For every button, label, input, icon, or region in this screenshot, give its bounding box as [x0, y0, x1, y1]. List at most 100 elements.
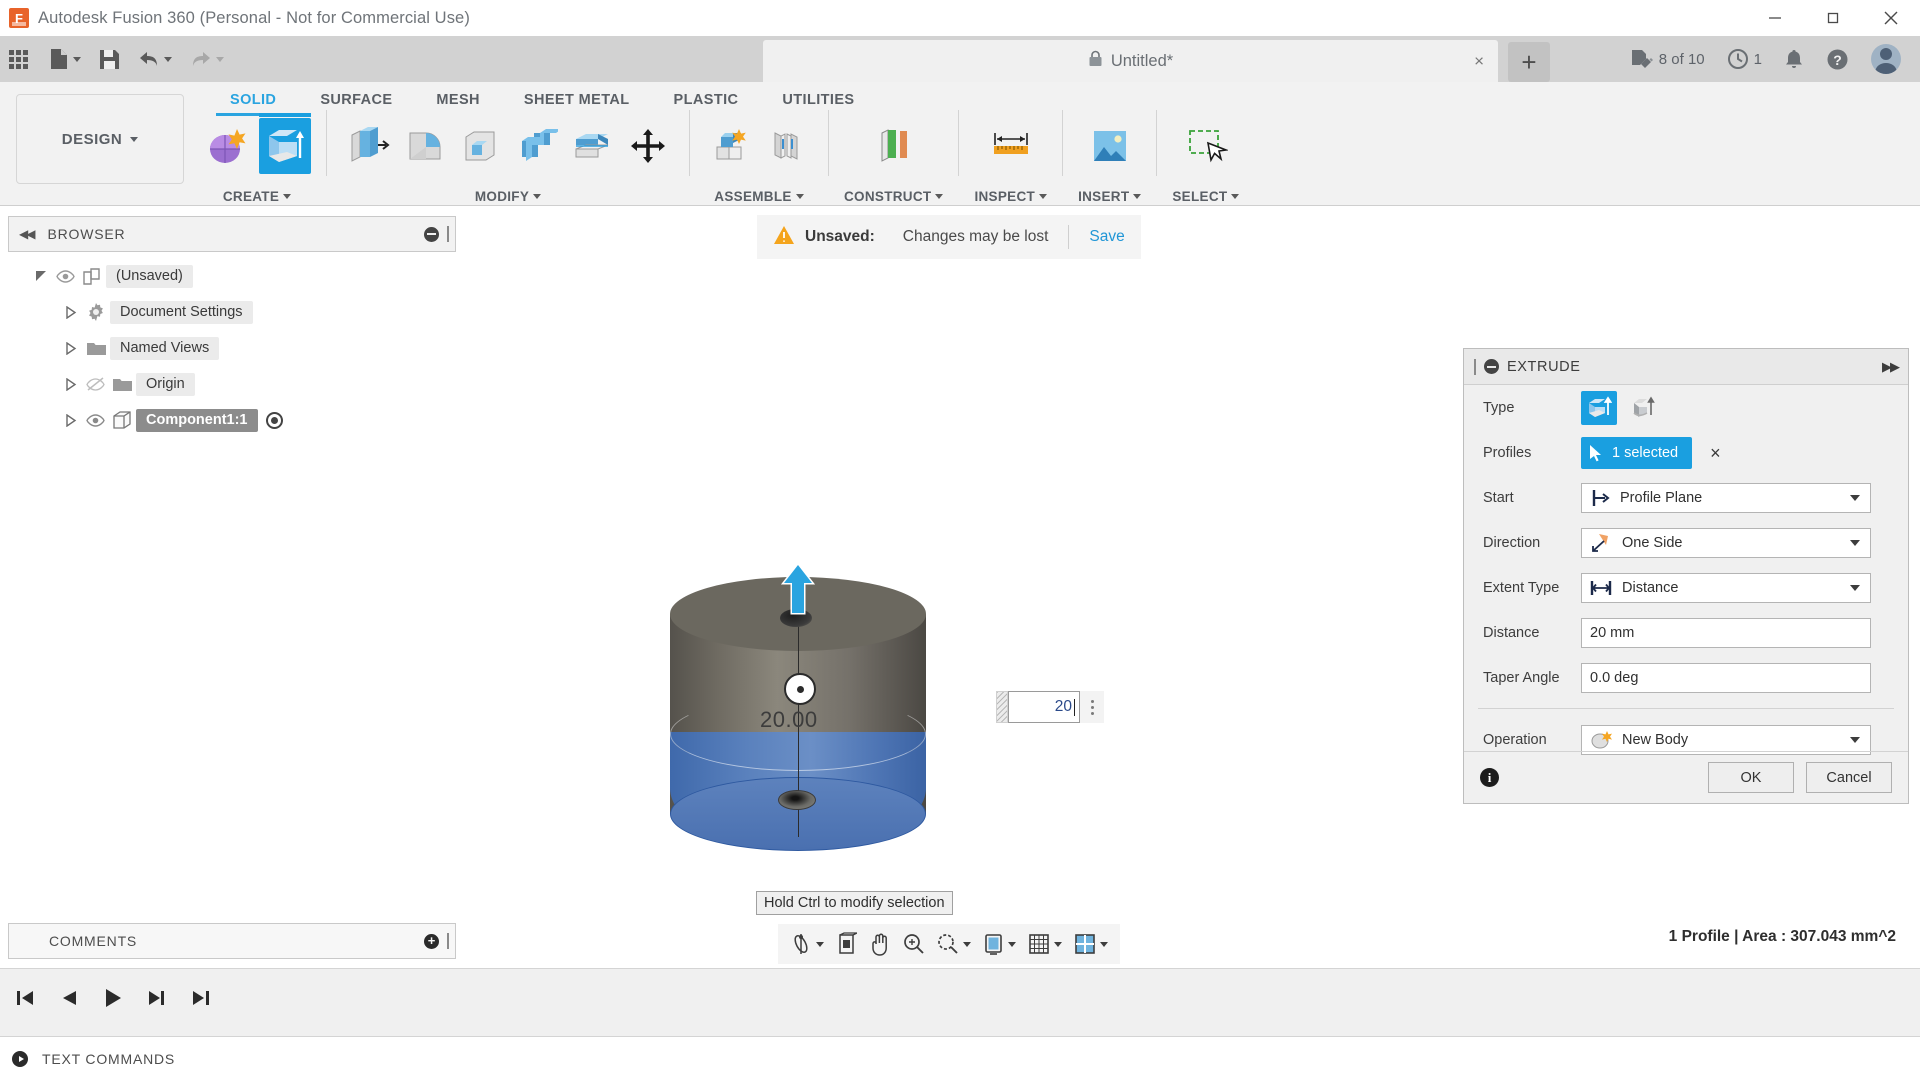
chevron-down-icon[interactable]	[1231, 194, 1240, 199]
chevron-down-icon[interactable]	[1008, 941, 1016, 947]
step-back-icon[interactable]	[54, 983, 84, 1013]
expand-arrow-icon[interactable]	[60, 305, 82, 319]
document-tab-close-icon[interactable]: ×	[1474, 53, 1484, 70]
user-account-button[interactable]	[1860, 44, 1912, 74]
app-grid-icon[interactable]	[0, 36, 37, 82]
panel-grip[interactable]	[447, 226, 449, 242]
chevron-down-icon[interactable]	[935, 194, 944, 199]
chevron-down-icon[interactable]	[816, 941, 824, 947]
assemble-joint-button[interactable]	[761, 118, 813, 174]
expand-arrow-icon[interactable]	[60, 341, 82, 355]
extrude-extent-type-dropdown[interactable]: Distance	[1581, 572, 1871, 603]
panel-grip[interactable]	[447, 933, 449, 949]
minimize-icon[interactable]	[1746, 0, 1804, 36]
visibility-eye-icon[interactable]	[52, 269, 78, 283]
save-link[interactable]: Save	[1089, 228, 1124, 246]
dimension-input[interactable]: 20	[1008, 691, 1080, 723]
go-to-end-icon[interactable]	[186, 983, 216, 1013]
dialog-grip[interactable]	[1474, 358, 1476, 375]
visibility-eye-icon[interactable]	[82, 413, 108, 427]
chevron-down-icon[interactable]	[1054, 941, 1062, 947]
dimension-drag-grip[interactable]	[996, 691, 1008, 723]
extrude-type-tapered-button[interactable]	[1625, 391, 1661, 425]
help-button[interactable]: ?	[1815, 48, 1860, 71]
modify-shell-button[interactable]	[454, 118, 506, 174]
modify-press-pull-button[interactable]	[342, 118, 394, 174]
tree-node-document-settings[interactable]: Document Settings	[8, 294, 456, 330]
dimension-options-icon[interactable]	[1080, 691, 1104, 723]
activate-component-radio[interactable]	[265, 411, 283, 429]
dimension-input-group[interactable]: 20	[996, 690, 1104, 724]
double-arrow-right-icon[interactable]: ▶▶	[1882, 359, 1900, 375]
chevron-down-icon[interactable]	[963, 941, 971, 947]
extrude-profiles-selection[interactable]: 1 selected	[1581, 436, 1693, 469]
redo-icon[interactable]	[181, 36, 233, 82]
extrude-type-solid-button[interactable]	[1581, 390, 1617, 425]
orbit-icon[interactable]	[784, 924, 830, 964]
save-icon[interactable]	[90, 36, 129, 82]
chevron-down-icon[interactable]	[533, 194, 542, 199]
modify-move-copy-button[interactable]	[622, 118, 674, 174]
tree-node-named-views[interactable]: Named Views	[8, 330, 456, 366]
display-settings-icon[interactable]	[977, 924, 1022, 964]
new-file-icon[interactable]	[40, 36, 90, 82]
inspect-measure-button[interactable]	[985, 118, 1037, 174]
extrude-start-dropdown[interactable]: Profile Plane	[1581, 482, 1871, 513]
chevron-down-icon[interactable]	[1039, 194, 1048, 199]
extrude-drag-handle[interactable]	[784, 673, 816, 705]
model-cylinder[interactable]: 20.00	[670, 562, 930, 887]
text-commands-bar[interactable]: TEXT COMMANDS	[0, 1036, 1920, 1080]
minus-circle-icon[interactable]	[424, 226, 439, 242]
expand-arrow-icon[interactable]	[60, 413, 82, 427]
cancel-button[interactable]: Cancel	[1806, 762, 1892, 793]
jobs-status[interactable]: 8 of 10	[1619, 48, 1716, 70]
document-tab[interactable]: Untitled* ×	[763, 40, 1498, 82]
chevron-down-icon[interactable]	[283, 194, 292, 199]
viewports-icon[interactable]	[1068, 924, 1114, 964]
assemble-new-component-button[interactable]	[705, 118, 757, 174]
grid-snap-icon[interactable]	[1022, 924, 1068, 964]
ok-button[interactable]: OK	[1708, 762, 1794, 793]
chevron-down-icon[interactable]	[795, 194, 804, 199]
undo-icon[interactable]	[129, 36, 181, 82]
create-extrude-button[interactable]	[259, 113, 311, 174]
pan-icon[interactable]	[863, 924, 897, 964]
new-tab-button[interactable]: +	[1508, 42, 1550, 82]
extrude-distance-input[interactable]: 20 mm	[1581, 617, 1871, 648]
notifications-button[interactable]	[1773, 48, 1815, 70]
modify-offset-face-button[interactable]	[566, 118, 618, 174]
collapse-left-icon[interactable]: ◀◀	[19, 227, 36, 241]
extrude-direction-dropdown[interactable]: One Side	[1581, 527, 1871, 558]
expand-arrow-icon[interactable]	[60, 377, 82, 391]
info-icon[interactable]: i	[1480, 768, 1499, 787]
plus-circle-icon[interactable]: +	[424, 933, 439, 949]
extrude-profiles-clear-icon[interactable]: ×	[1710, 444, 1721, 462]
insert-decal-button[interactable]	[1084, 118, 1136, 174]
maximize-icon[interactable]	[1804, 0, 1862, 36]
extrude-taper-angle-input[interactable]: 0.0 deg	[1581, 662, 1871, 693]
play-icon[interactable]	[98, 983, 128, 1013]
fit-icon[interactable]	[931, 924, 977, 964]
history-status[interactable]: 1	[1716, 48, 1773, 70]
extrude-arrow-handle[interactable]	[780, 562, 816, 617]
tree-node-component1[interactable]: Component1:1	[8, 402, 456, 438]
tree-node-origin[interactable]: Origin	[8, 366, 456, 402]
chevron-down-icon[interactable]	[1100, 941, 1108, 947]
modify-combine-button[interactable]	[510, 118, 562, 174]
construct-plane-button[interactable]	[868, 118, 920, 174]
close-icon[interactable]	[1862, 0, 1920, 36]
play-circle-icon[interactable]	[12, 1050, 28, 1067]
create-sketch-button[interactable]	[203, 118, 255, 174]
chevron-down-icon[interactable]	[1133, 194, 1142, 199]
select-mode-button[interactable]	[1180, 118, 1232, 174]
expand-arrow-icon[interactable]	[30, 269, 52, 283]
step-forward-icon[interactable]	[142, 983, 172, 1013]
tree-node-unsaved[interactable]: (Unsaved)	[8, 258, 456, 294]
look-at-icon[interactable]	[830, 924, 863, 964]
go-to-beginning-icon[interactable]	[10, 983, 40, 1013]
visibility-hidden-icon[interactable]	[82, 377, 108, 391]
minus-circle-icon[interactable]	[1484, 359, 1499, 374]
workspace-switcher[interactable]: DESIGN	[16, 94, 184, 184]
zoom-icon[interactable]	[897, 924, 931, 964]
modify-fillet-button[interactable]	[398, 118, 450, 174]
